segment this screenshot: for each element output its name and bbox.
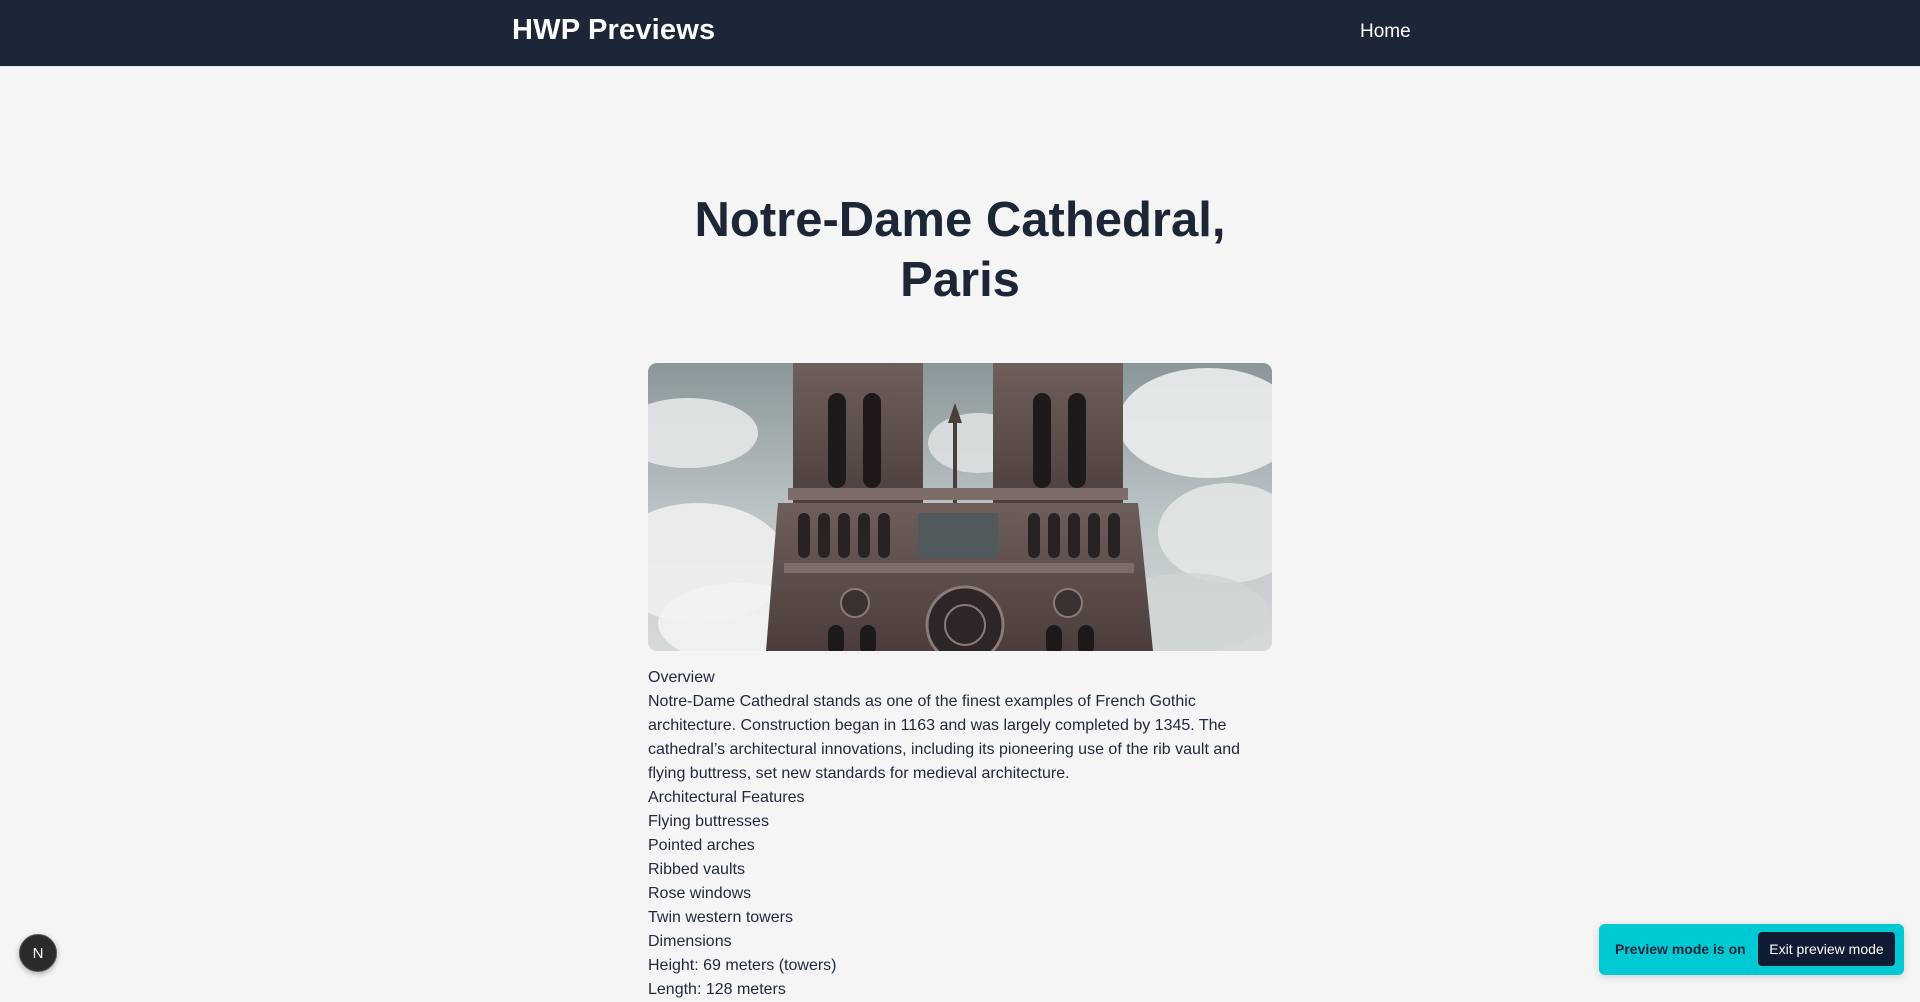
content-heading-features: Architectural Features <box>648 789 805 806</box>
featured-image <box>648 363 1272 651</box>
content-heading-overview: Overview <box>648 669 715 686</box>
list-item: Ribbed vaults <box>648 861 745 878</box>
site-logo-link[interactable]: HWP Previews <box>512 14 715 47</box>
list-item: Twin western towers <box>648 909 793 926</box>
preview-mode-banner: Preview mode is on Exit preview mode <box>1599 924 1904 975</box>
list-item: Length: 128 meters <box>648 981 786 998</box>
content-heading-dimensions: Dimensions <box>648 933 732 950</box>
post-content: Overview Notre-Dame Cathedral stands as … <box>648 666 1272 1002</box>
post-title: Notre-Dame Cathedral, Paris <box>694 193 1226 307</box>
list-item: Height: 69 meters (towers) <box>648 957 837 974</box>
list-item: Pointed arches <box>648 837 755 854</box>
list-item: Flying buttresses <box>648 813 769 830</box>
exit-preview-button[interactable]: Exit preview mode <box>1758 932 1895 966</box>
content-paragraph: Notre-Dame Cathedral stands as one of th… <box>648 693 1241 782</box>
nextjs-logo-icon[interactable]: N <box>19 934 57 972</box>
site-header: HWP Previews Home <box>0 0 1920 67</box>
nav-home-link[interactable]: Home <box>1360 21 1411 43</box>
list-item: Rose windows <box>648 885 752 902</box>
preview-status-text: Preview mode is on <box>1615 941 1746 957</box>
